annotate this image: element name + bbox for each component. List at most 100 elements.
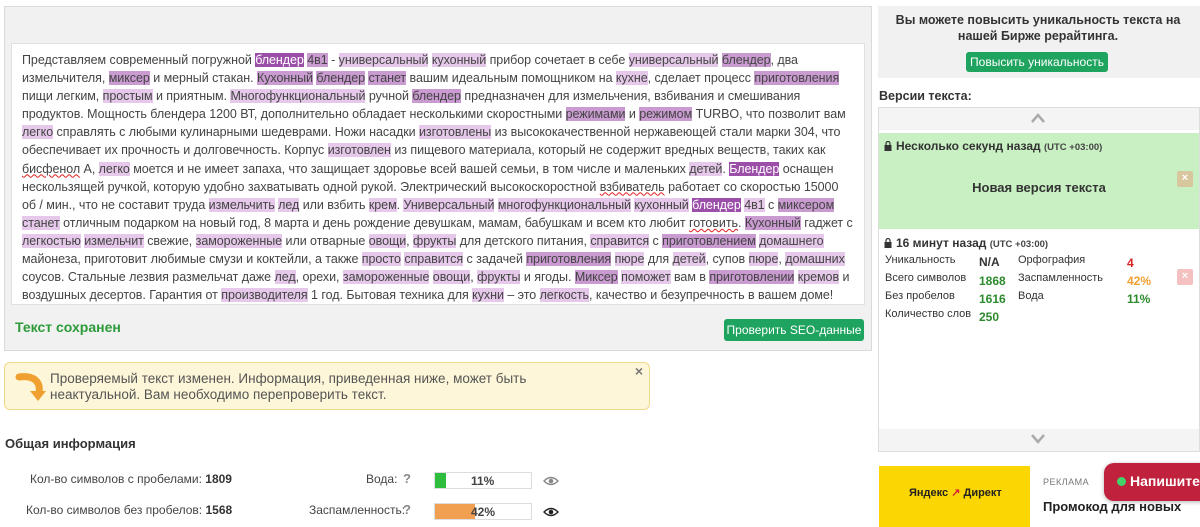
- highlighted-keyword: Кухонный: [744, 215, 801, 230]
- spam-bar-value: 42%: [471, 505, 496, 519]
- warning-close-button[interactable]: ×: [635, 363, 643, 379]
- highlighted-keyword: лед: [278, 197, 300, 212]
- promo-text: Вы можете повысить уникальность текста н…: [895, 13, 1181, 43]
- highlighted-keyword: домашних: [785, 252, 845, 267]
- spelling-error-word: готовить: [689, 215, 738, 230]
- highlighted-keyword: кухни: [472, 288, 504, 303]
- ad-brand-direct: Директ: [963, 487, 1002, 499]
- highlighted-keyword: легко: [98, 161, 130, 176]
- highlighted-keyword: режимами: [565, 107, 626, 122]
- version-utc: (UTC +03:00): [989, 239, 1049, 250]
- highlighted-keyword: крем: [368, 197, 397, 212]
- online-dot-icon: [1117, 477, 1126, 486]
- highlighted-keyword: приготовления: [526, 252, 612, 267]
- highlighted-keyword: легкость: [539, 288, 590, 303]
- general-info-title: Общая информация: [5, 436, 136, 451]
- versions-title: Версии текста:: [879, 89, 972, 103]
- version-header: 16 минут назад (UTC +03:00): [884, 236, 1048, 250]
- highlighted-keyword: овощи: [432, 270, 471, 285]
- total-chars-value: 1868: [979, 274, 1006, 288]
- highlighted-keyword: простым: [102, 89, 153, 104]
- no-spaces-label: Без пробелов: [885, 290, 955, 302]
- text-editor[interactable]: Представляем современный погружной бленд…: [11, 43, 865, 305]
- highlighted-keyword: блендер: [721, 53, 771, 67]
- spam-label: Заспамленность:: [309, 503, 406, 517]
- versions-scroll-down[interactable]: [879, 429, 1199, 451]
- highlighted-keyword: кухне: [615, 71, 648, 86]
- eye-icon[interactable]: [543, 475, 559, 487]
- promo-box: Вы можете повысить уникальность текста н…: [878, 6, 1200, 78]
- spam-value: 42%: [1127, 274, 1152, 288]
- spam-label: Заспамленность: [1018, 272, 1103, 284]
- highlighted-keyword: детей: [672, 252, 706, 267]
- version-time: 16 минут назад: [896, 236, 987, 250]
- versions-scroll-up[interactable]: [879, 108, 1199, 130]
- no-spaces-value: 1616: [979, 292, 1006, 306]
- highlighted-keyword: станет: [22, 215, 60, 230]
- chars-without-spaces-value: 1568: [205, 503, 233, 517]
- warning-banner: Проверяемый текст изменен. Информация, п…: [4, 362, 650, 410]
- highlighted-keyword: 4в1: [307, 53, 328, 67]
- highlighted-keyword: блендер: [316, 71, 366, 86]
- uniqueness-value: N/A: [979, 255, 1000, 269]
- highlighted-keyword: лед: [274, 270, 296, 285]
- highlighted-keyword: приготовлением: [662, 233, 756, 248]
- highlighted-keyword: многофункциональный: [497, 197, 631, 212]
- chevron-up-icon: [1031, 113, 1045, 123]
- version-item-current[interactable]: Несколько секунд назад (UTC +03:00) Нова…: [879, 133, 1199, 229]
- highlighted-keyword: изготовлен: [327, 143, 391, 158]
- spelling-error-word: взбиватель: [599, 179, 665, 194]
- highlighted-keyword: режимом: [639, 107, 693, 122]
- lock-icon: [884, 238, 892, 248]
- warning-text: Проверяемый текст изменен. Информация, п…: [50, 371, 527, 402]
- highlighted-keyword: миксер: [108, 71, 150, 86]
- version-utc: (UTC +03:00): [1043, 142, 1103, 153]
- highlighted-keyword: легко: [22, 125, 54, 140]
- delete-version-button[interactable]: ×: [1177, 171, 1193, 187]
- yandex-direct-ad[interactable]: Яндекс ↗ Директ: [879, 466, 1030, 527]
- highlighted-keyword: кухонный: [431, 53, 487, 67]
- spelling-value: 4: [1127, 256, 1134, 270]
- highlighted-keyword: приготовления: [754, 71, 840, 86]
- spam-help-icon[interactable]: ?: [403, 502, 411, 517]
- ad-brand-arrow-icon: ↗: [951, 487, 961, 499]
- highlighted-keyword: справится: [590, 233, 650, 248]
- check-seo-button[interactable]: Проверить SEO-данные: [724, 319, 864, 341]
- highlighted-keyword: универсальный: [338, 53, 429, 67]
- highlighted-keyword: фрукты: [413, 233, 457, 248]
- word-count-label: Количество слов: [885, 308, 972, 320]
- version-label: Новая версия текста: [972, 180, 1106, 195]
- ad-headline[interactable]: Промокод для новых: [1043, 499, 1181, 514]
- highlighted-keyword: легкостью: [22, 233, 81, 248]
- water-value: 11%: [1127, 292, 1151, 306]
- highlighted-keyword: детей: [689, 161, 723, 176]
- highlighted-keyword: фрукты: [477, 270, 521, 285]
- water-label: Вода: [1018, 290, 1044, 302]
- lock-icon: [884, 141, 892, 151]
- highlighted-keyword: замороженные: [195, 233, 283, 248]
- chat-button[interactable]: Напишите: [1104, 463, 1200, 501]
- highlighted-keyword: кремов: [797, 270, 840, 285]
- spelling-error-word: бисфенол: [22, 161, 81, 176]
- uniqueness-label: Уникальность: [885, 254, 956, 266]
- word-count-value: 250: [979, 310, 1000, 324]
- highlighted-keyword: измельчит: [84, 233, 144, 248]
- highlighted-keyword: изготовлены: [418, 125, 492, 140]
- eye-icon[interactable]: [543, 506, 559, 518]
- version-item-previous[interactable]: 16 минут назад (UTC +03:00) Уникальность…: [879, 233, 1199, 328]
- chat-label: Напишите: [1130, 473, 1200, 489]
- highlighted-keyword: 4в1: [744, 197, 765, 212]
- delete-version-button[interactable]: ×: [1177, 269, 1193, 285]
- highlighted-keyword: Кухонный: [257, 71, 313, 86]
- water-label: Вода:: [366, 472, 398, 486]
- ad-label: РЕКЛАМА: [1043, 477, 1090, 487]
- saved-status: Текст сохранен: [15, 319, 121, 335]
- version-header: Несколько секунд назад (UTC +03:00): [884, 139, 1102, 153]
- highlighted-keyword: овощи: [368, 233, 407, 248]
- highlighted-keyword: просто: [361, 252, 401, 267]
- water-help-icon[interactable]: ?: [403, 471, 411, 486]
- highlighted-keyword: домашнего: [759, 233, 824, 248]
- highlighted-keyword: Универсальный: [403, 197, 495, 212]
- version-time: Несколько секунд назад: [896, 139, 1041, 153]
- increase-uniqueness-button[interactable]: Повысить уникальность: [966, 52, 1108, 72]
